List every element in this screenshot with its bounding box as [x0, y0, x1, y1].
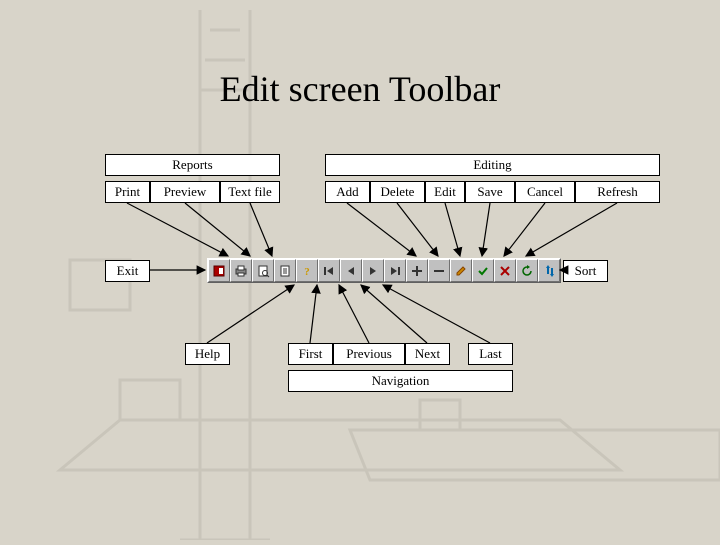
label-preview: Preview — [150, 181, 220, 203]
label-next: Next — [405, 343, 450, 365]
group-navigation: Navigation — [288, 370, 513, 392]
toolbar: ? — [207, 258, 561, 283]
svg-text:?: ? — [304, 266, 310, 278]
label-edit: Edit — [425, 181, 465, 203]
label-delete: Delete — [370, 181, 425, 203]
label-exit: Exit — [105, 260, 150, 282]
label-cancel: Cancel — [515, 181, 575, 203]
label-save: Save — [465, 181, 515, 203]
preview-icon[interactable] — [252, 259, 274, 282]
refresh-icon[interactable] — [516, 259, 538, 282]
help-icon[interactable]: ? — [296, 259, 318, 282]
save-icon[interactable] — [472, 259, 494, 282]
label-textfile: Text file — [220, 181, 280, 203]
group-reports: Reports — [105, 154, 280, 176]
print-icon[interactable] — [230, 259, 252, 282]
cancel-icon[interactable] — [494, 259, 516, 282]
previous-icon[interactable] — [340, 259, 362, 282]
delete-icon[interactable] — [428, 259, 450, 282]
label-help: Help — [185, 343, 230, 365]
page-title: Edit screen Toolbar — [0, 68, 720, 110]
label-print: Print — [105, 181, 150, 203]
next-icon[interactable] — [362, 259, 384, 282]
sort-icon[interactable] — [538, 259, 560, 282]
label-previous: Previous — [333, 343, 405, 365]
add-icon[interactable] — [406, 259, 428, 282]
label-add: Add — [325, 181, 370, 203]
label-first: First — [288, 343, 333, 365]
exit-icon[interactable] — [208, 259, 230, 282]
label-refresh: Refresh — [575, 181, 660, 203]
textfile-icon[interactable] — [274, 259, 296, 282]
group-editing: Editing — [325, 154, 660, 176]
label-last: Last — [468, 343, 513, 365]
label-sort: Sort — [563, 260, 608, 282]
edit-icon[interactable] — [450, 259, 472, 282]
first-icon[interactable] — [318, 259, 340, 282]
last-icon[interactable] — [384, 259, 406, 282]
